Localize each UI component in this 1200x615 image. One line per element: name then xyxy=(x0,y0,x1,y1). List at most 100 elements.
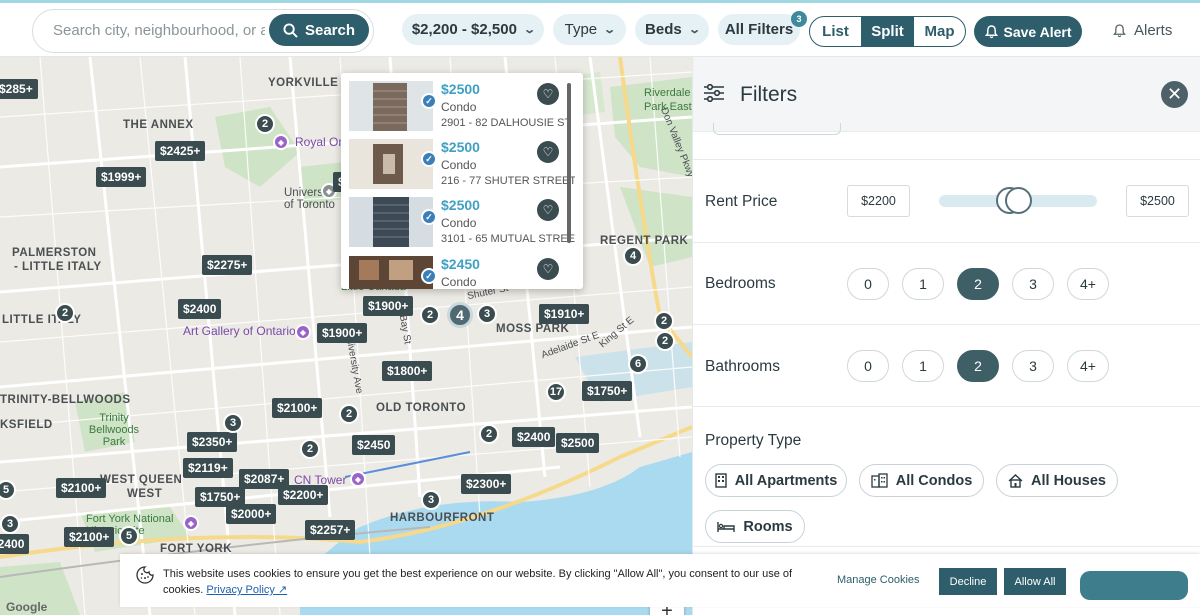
apply-filters-button[interactable] xyxy=(1080,571,1188,600)
favorite-heart-icon[interactable]: ♡ xyxy=(537,199,559,221)
cluster-marker[interactable]: 3 xyxy=(223,413,243,433)
favorite-heart-icon[interactable]: ♡ xyxy=(537,141,559,163)
cluster-marker[interactable]: 2 xyxy=(300,439,320,459)
bedrooms-option-0[interactable]: 0 xyxy=(847,268,889,300)
app-root: Search $2,200 - $2,500 ⌄ Type ⌄ Beds ⌄ A… xyxy=(0,0,1200,615)
cluster-marker[interactable]: 3 xyxy=(421,490,441,510)
price-filter-label: $2,200 - $2,500 xyxy=(411,21,517,38)
checkmark-icon: ✓ xyxy=(421,151,437,167)
place-label: MOSS PARK xyxy=(496,323,570,335)
save-alert-label: Save Alert xyxy=(1003,23,1072,40)
price-filter-dropdown[interactable]: $2,200 - $2,500 ⌄ xyxy=(402,14,544,45)
save-alert-button[interactable]: Save Alert xyxy=(974,16,1082,47)
bedrooms-option-4plus[interactable]: 4+ xyxy=(1067,268,1109,300)
cluster-marker[interactable]: 5 xyxy=(119,526,139,546)
price-marker[interactable]: $2350+ xyxy=(187,432,238,452)
price-marker[interactable]: $1900+ xyxy=(317,323,368,343)
property-type-label: All Houses xyxy=(1031,472,1106,489)
price-marker[interactable]: $285+ xyxy=(0,79,38,99)
cluster-marker[interactable]: 2 xyxy=(420,305,440,325)
cluster-marker[interactable]: 4 xyxy=(623,246,643,266)
checkmark-icon: ✓ xyxy=(421,209,437,225)
price-marker[interactable]: $2400 xyxy=(178,299,222,319)
search-input[interactable] xyxy=(53,22,265,39)
listing-card[interactable]: ✓ $2500 Condo 3101 - 65 MUTUAL STREET ♡ xyxy=(349,197,575,255)
cluster-marker[interactable]: 2 xyxy=(55,303,75,323)
listing-card[interactable]: ✓ $2500 Condo 216 - 77 SHUTER STREET ♡ xyxy=(349,139,575,197)
decline-cookies-button[interactable]: Decline xyxy=(939,568,997,595)
price-marker[interactable]: $2400 xyxy=(512,427,556,447)
listing-photo xyxy=(349,197,433,247)
privacy-policy-link[interactable]: Privacy Policy ↗ xyxy=(206,584,287,596)
price-marker[interactable]: $2275+ xyxy=(202,255,253,275)
price-marker[interactable]: $2300+ xyxy=(461,474,512,494)
price-marker[interactable]: $1800+ xyxy=(382,361,433,381)
bathrooms-option-2[interactable]: 2 xyxy=(957,350,999,382)
cluster-marker[interactable]: 3 xyxy=(0,514,20,534)
alerts-label: Alerts xyxy=(1134,22,1173,39)
price-marker[interactable]: $2000+ xyxy=(226,504,277,524)
cluster-marker[interactable]: 2 xyxy=(655,331,675,351)
price-marker[interactable]: $1999+ xyxy=(96,167,147,187)
bathrooms-label: Bathrooms xyxy=(705,358,780,375)
price-marker[interactable]: $2119+ xyxy=(183,458,233,478)
price-marker[interactable]: $2500 xyxy=(556,433,600,453)
property-type-apartments[interactable]: All Apartments xyxy=(705,464,847,497)
price-marker[interactable]: $1750+ xyxy=(582,381,633,401)
chevron-down-icon: ⌄ xyxy=(603,24,617,36)
price-marker[interactable]: $2257+ xyxy=(305,520,356,540)
view-mode-toggle: List Split Map xyxy=(809,16,966,47)
property-type-condos[interactable]: All Condos xyxy=(859,464,984,497)
property-type-label: All Apartments xyxy=(734,472,838,489)
close-filters-button[interactable]: ✕ xyxy=(1161,81,1188,108)
rent-min-input[interactable]: $2200 xyxy=(847,185,910,217)
price-marker[interactable]: $2100+ xyxy=(272,398,323,418)
search-button[interactable]: Search xyxy=(269,14,369,46)
bathrooms-option-1[interactable]: 1 xyxy=(902,350,944,382)
cluster-marker-selected[interactable]: 4 xyxy=(447,302,473,328)
cluster-marker[interactable]: 2 xyxy=(479,424,499,444)
property-type-houses[interactable]: All Houses xyxy=(996,464,1118,497)
bedrooms-option-3[interactable]: 3 xyxy=(1012,268,1054,300)
price-marker[interactable]: $2450 xyxy=(352,435,396,455)
view-split-button[interactable]: Split xyxy=(862,17,914,46)
place-label: - LITTLE ITALY xyxy=(14,261,102,273)
cluster-marker[interactable]: 2 xyxy=(339,404,359,424)
bathrooms-option-0[interactable]: 0 xyxy=(847,350,889,382)
favorite-heart-icon[interactable]: ♡ xyxy=(537,258,559,280)
price-marker[interactable]: $2400 xyxy=(0,534,30,554)
view-list-button[interactable]: List xyxy=(810,17,862,46)
chevron-down-icon: ⌄ xyxy=(523,24,536,36)
cluster-marker[interactable]: 2 xyxy=(654,311,674,331)
allow-all-cookies-button[interactable]: Allow All xyxy=(1004,568,1066,595)
bedrooms-option-2[interactable]: 2 xyxy=(957,268,999,300)
popup-scrollbar[interactable] xyxy=(567,83,571,243)
cluster-marker[interactable]: 2 xyxy=(255,114,275,134)
place-label: Art Gallery of Ontario xyxy=(183,324,296,338)
all-filters-button[interactable]: All Filters xyxy=(718,14,800,45)
price-marker[interactable]: $2100+ xyxy=(64,527,115,547)
type-filter-dropdown[interactable]: Type ⌄ xyxy=(553,14,626,45)
favorite-heart-icon[interactable]: ♡ xyxy=(537,83,559,105)
bathrooms-option-4plus[interactable]: 4+ xyxy=(1067,350,1109,382)
cluster-marker[interactable]: 17 xyxy=(546,382,566,402)
beds-filter-dropdown[interactable]: Beds ⌄ xyxy=(635,14,709,45)
rent-max-input[interactable]: $2500 xyxy=(1126,185,1189,217)
price-marker[interactable]: $1900+ xyxy=(363,296,414,316)
listing-card[interactable]: ✓ $2500 Condo 2901 - 82 DALHOUSIE ST ♡ xyxy=(349,81,573,139)
bedrooms-option-1[interactable]: 1 xyxy=(902,268,944,300)
view-map-button[interactable]: Map xyxy=(914,17,965,46)
price-marker[interactable]: $2100+ xyxy=(56,478,107,498)
cluster-marker[interactable]: 3 xyxy=(477,304,497,324)
price-marker[interactable]: $2200+ xyxy=(278,485,329,505)
manage-cookies-link[interactable]: Manage Cookies xyxy=(837,574,920,586)
price-marker[interactable]: $2425+ xyxy=(155,141,206,161)
rent-max-handle[interactable] xyxy=(1005,187,1032,214)
property-type-rooms[interactable]: Rooms xyxy=(705,510,805,543)
bathrooms-option-3[interactable]: 3 xyxy=(1012,350,1054,382)
price-marker[interactable]: $1910+ xyxy=(539,304,590,324)
listing-card[interactable]: ✓ $2450 Condo ♡ xyxy=(349,256,573,289)
cluster-marker[interactable]: 6 xyxy=(628,354,648,374)
alerts-link[interactable]: Alerts xyxy=(1113,22,1172,39)
historic-site-icon: ◆ xyxy=(183,515,199,531)
